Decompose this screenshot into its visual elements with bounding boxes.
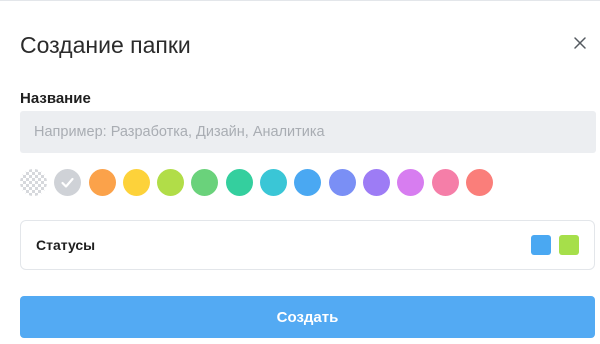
color-swatch-blue[interactable] xyxy=(294,169,322,196)
status-color-green xyxy=(559,235,579,255)
color-swatch-green[interactable] xyxy=(191,169,219,196)
color-swatch-teal[interactable] xyxy=(225,169,253,196)
status-color-blue xyxy=(531,235,551,255)
create-button[interactable]: Создать xyxy=(20,296,595,338)
statuses-panel[interactable]: Статусы xyxy=(20,220,595,270)
create-folder-dialog: Создание папки Название Статусы Со xyxy=(0,0,600,344)
color-swatch-indigo[interactable] xyxy=(328,169,356,196)
color-picker xyxy=(20,169,493,196)
check-icon xyxy=(61,177,74,188)
color-swatch-yellow[interactable] xyxy=(122,169,150,196)
color-swatch-lime[interactable] xyxy=(157,169,185,196)
close-button[interactable] xyxy=(569,32,591,54)
color-swatch-gray[interactable] xyxy=(54,169,82,196)
statuses-label: Статусы xyxy=(36,237,96,253)
dialog-title: Создание папки xyxy=(20,32,191,58)
color-swatch-pink[interactable] xyxy=(431,169,459,196)
color-swatch-cyan[interactable] xyxy=(260,169,288,196)
color-swatch-orange[interactable] xyxy=(88,169,116,196)
close-icon xyxy=(574,37,586,49)
color-swatch-red[interactable] xyxy=(465,169,493,196)
color-swatch-violet[interactable] xyxy=(397,169,425,196)
color-swatch-purple[interactable] xyxy=(362,169,390,196)
name-label: Название xyxy=(20,90,91,107)
color-swatch-transparent[interactable] xyxy=(20,169,47,196)
folder-name-input[interactable] xyxy=(20,111,596,153)
